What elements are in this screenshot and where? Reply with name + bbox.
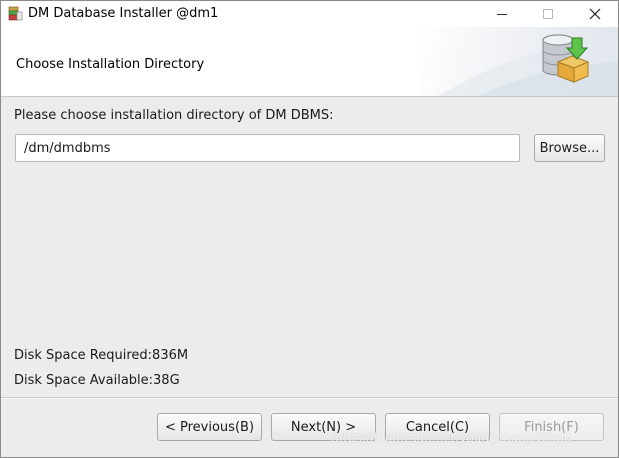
minimize-icon (497, 14, 507, 15)
install-directory-input[interactable] (15, 134, 520, 162)
maximize-icon (543, 9, 553, 19)
previous-button[interactable]: < Previous(B) (157, 413, 262, 441)
footer-separator (1, 397, 618, 399)
disk-space-available: Disk Space Available:38G (14, 373, 180, 388)
title-bar[interactable]: DM Database Installer @dm1 (1, 1, 618, 27)
cancel-button[interactable]: Cancel(C) (385, 413, 490, 441)
wizard-header: Choose Installation Directory (1, 27, 618, 97)
close-button[interactable] (572, 1, 618, 27)
installer-window: DM Database Installer @dm1 Choose Instal… (0, 0, 619, 458)
close-icon (589, 8, 601, 20)
installer-icon (8, 6, 23, 21)
step-title: Choose Installation Directory (16, 57, 205, 72)
window-title: DM Database Installer @dm1 (28, 6, 219, 21)
database-box-icon (542, 34, 590, 83)
browse-button[interactable]: Browse... (534, 134, 605, 162)
finish-button[interactable]: Finish(F) (499, 413, 604, 441)
next-button[interactable]: Next(N) > (271, 413, 376, 441)
disk-space-required: Disk Space Required:836M (14, 348, 189, 363)
minimize-button[interactable] (479, 1, 525, 27)
install-directory-prompt: Please choose installation directory of … (14, 108, 334, 123)
maximize-button[interactable] (525, 1, 571, 27)
